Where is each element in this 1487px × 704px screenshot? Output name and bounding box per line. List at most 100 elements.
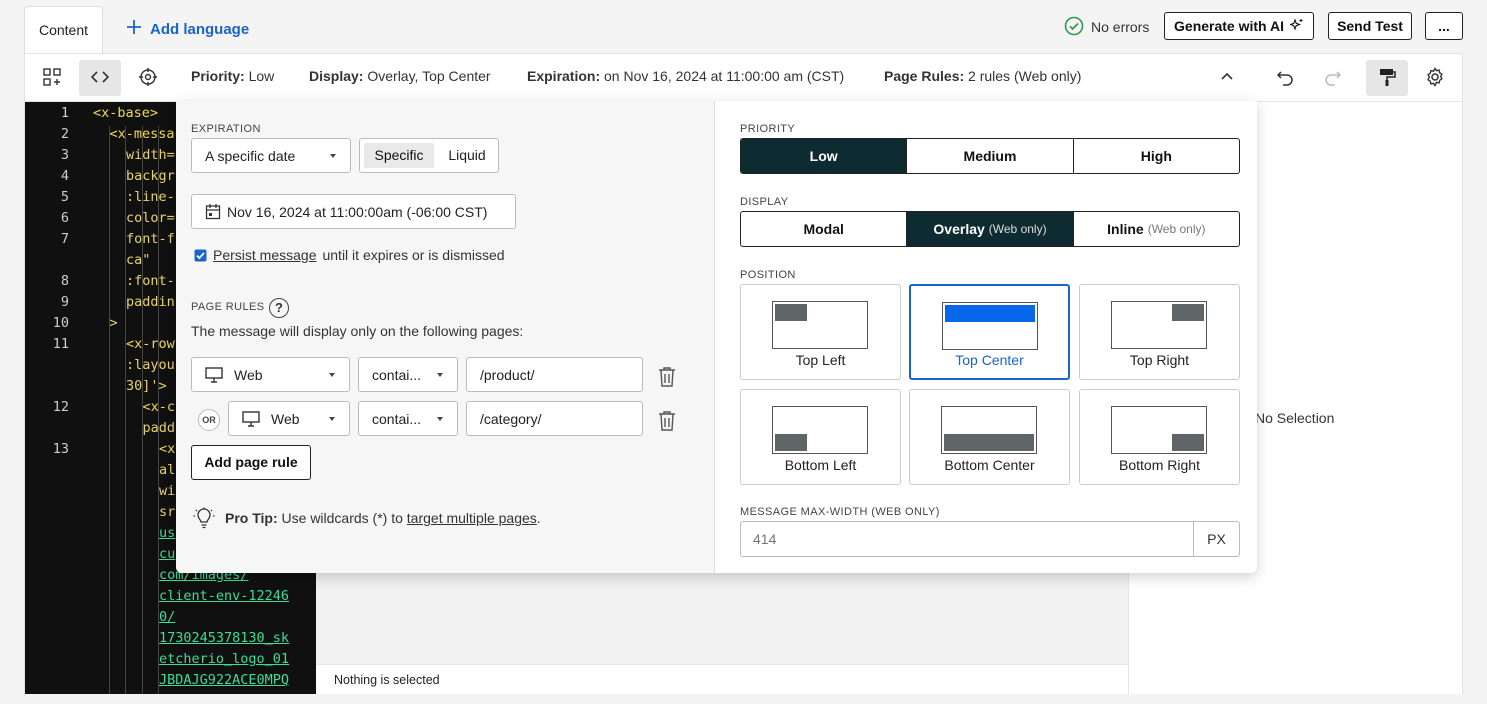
more-button[interactable]: ... — [1425, 12, 1463, 40]
pro-tip-title: Pro Tip: — [225, 510, 278, 526]
code-icon — [90, 67, 110, 90]
indent-guide — [142, 126, 143, 694]
page-rules-description: The message will display only on the fol… — [191, 323, 524, 339]
page-rules-label: PAGE RULES — [191, 301, 265, 313]
priority-segmented: Low Medium High — [740, 138, 1240, 174]
message-settings-summary[interactable]: Priority: Low Display: Overlay, Top Cent… — [176, 53, 1257, 101]
display-inline[interactable]: Inline (Web only) — [1072, 212, 1239, 246]
position-caption: Bottom Center — [944, 457, 1035, 473]
display-modal[interactable]: Modal — [741, 212, 906, 246]
pro-tip-end: . — [536, 510, 541, 526]
priority-high[interactable]: High — [1072, 139, 1239, 173]
rule-url-input[interactable]: /category/ — [466, 401, 643, 436]
pro-tip: Pro Tip: Use wildcards (*) to target mul… — [193, 507, 541, 529]
code-line: width= — [126, 147, 175, 163]
chevron-up-icon — [1220, 70, 1234, 86]
code-line-number: 2 — [60, 126, 69, 142]
send-test-button[interactable]: Send Test — [1328, 12, 1412, 40]
collapse-button[interactable] — [1220, 69, 1234, 86]
selection-status: Nothing is selected — [316, 664, 1128, 694]
grid-layout-icon — [42, 67, 62, 90]
delete-rule-button[interactable] — [657, 366, 677, 388]
code-line-number: 6 — [60, 210, 69, 226]
position-bottom-left[interactable]: Bottom Left — [740, 389, 901, 485]
position-bottom-right[interactable]: Bottom Right — [1079, 389, 1240, 485]
redo-button[interactable] — [1312, 60, 1354, 96]
code-line: 1730245378130_sk — [159, 630, 290, 646]
persist-message-link[interactable]: Persist message — [213, 247, 316, 263]
code-line: :layou — [126, 357, 175, 373]
persist-row: Persist message until it expires or is d… — [194, 247, 505, 263]
style-panel-button[interactable] — [1366, 60, 1408, 96]
persist-checkbox[interactable] — [194, 249, 207, 262]
caret-down-icon — [329, 417, 335, 421]
toggle-specific[interactable]: Specific — [364, 143, 434, 168]
position-top-left[interactable]: Top Left — [740, 284, 901, 380]
pro-tip-link[interactable]: target multiple pages — [407, 510, 537, 526]
code-line-number: 9 — [60, 294, 69, 310]
code-line: :line- — [126, 189, 175, 205]
toggle-liquid[interactable]: Liquid — [438, 143, 496, 168]
rule-url-input[interactable]: /product/ — [466, 357, 643, 392]
code-line-number: 11 — [52, 336, 69, 352]
expiration-rules-pane: EXPIRATION A specific date Specific Liqu… — [176, 101, 715, 573]
rule-operator-select[interactable]: contai... — [358, 401, 458, 436]
rule-operator-value: contai... — [372, 410, 422, 427]
no-selection-text: No Selection — [1255, 410, 1335, 426]
position-caption: Top Left — [795, 352, 846, 368]
position-top-center[interactable]: Top Center — [909, 284, 1070, 380]
max-width-field: PX — [740, 521, 1240, 557]
monitor-icon — [242, 410, 260, 427]
layout-view-button[interactable] — [31, 60, 73, 96]
target-view-button[interactable] — [127, 60, 169, 96]
code-line: client-env-12246 — [159, 588, 290, 604]
pro-tip-text: Use wildcards (*) to — [281, 510, 403, 526]
generate-ai-button[interactable]: Generate with AI — [1164, 12, 1314, 40]
expiration-mode-select[interactable]: A specific date — [191, 138, 351, 173]
position-caption: Top Center — [955, 352, 1024, 368]
rule-channel-value: Web — [271, 410, 300, 427]
caret-down-icon — [437, 417, 443, 421]
rule-channel-select[interactable]: Web — [191, 357, 350, 392]
rule-operator-select[interactable]: contai... — [358, 357, 458, 392]
code-view-button[interactable] — [79, 60, 121, 96]
monitor-icon — [205, 366, 223, 383]
top-bar: Content Add language No errors Generate … — [24, 0, 1463, 53]
or-badge: OR — [198, 409, 220, 431]
redo-icon — [1323, 67, 1343, 90]
code-line: <x-row — [126, 336, 175, 352]
code-line: <x — [159, 441, 176, 457]
position-caption: Bottom Right — [1119, 457, 1200, 473]
expiration-date-input[interactable]: Nov 16, 2024 at 11:00:00am (-06:00 CST) — [191, 194, 516, 229]
priority-medium[interactable]: Medium — [906, 139, 1072, 173]
check-circle-icon — [1064, 16, 1084, 39]
code-line: backgr — [126, 168, 175, 184]
priority-low[interactable]: Low — [741, 139, 907, 173]
display-label: DISPLAY — [740, 196, 789, 208]
position-preview — [1111, 301, 1207, 349]
position-top-right[interactable]: Top Right — [1079, 284, 1240, 380]
persist-message-text: until it expires or is dismissed — [322, 247, 505, 263]
position-caption: Top Right — [1129, 352, 1190, 368]
rule-channel-select[interactable]: Web — [228, 401, 350, 436]
summary-page-rules: Page Rules: 2 rules (Web only) — [884, 68, 1082, 84]
settings-button[interactable] — [1414, 60, 1456, 96]
display-overlay[interactable]: Overlay (Web only) — [906, 212, 1073, 246]
max-width-input[interactable] — [741, 522, 1193, 556]
add-page-rule-button[interactable]: Add page rule — [191, 445, 311, 480]
display-segmented: Modal Overlay (Web only) Inline (Web only) — [740, 211, 1240, 247]
tab-content[interactable]: Content — [24, 6, 103, 53]
undo-button[interactable] — [1264, 60, 1306, 96]
position-caption: Bottom Left — [784, 457, 857, 473]
help-icon[interactable]: ? — [269, 298, 289, 318]
delete-rule-button[interactable] — [657, 410, 677, 432]
gear-icon — [1425, 66, 1445, 90]
max-width-unit: PX — [1193, 522, 1239, 556]
code-line: color= — [126, 210, 175, 226]
code-line: sr — [159, 504, 176, 520]
add-language-button[interactable]: Add language — [126, 19, 249, 39]
rule-url-value: /product/ — [480, 366, 535, 383]
position-bottom-center[interactable]: Bottom Center — [909, 389, 1070, 485]
code-line: etcherio_logo_01 — [159, 651, 290, 667]
code-line-number: 1 — [60, 105, 69, 121]
